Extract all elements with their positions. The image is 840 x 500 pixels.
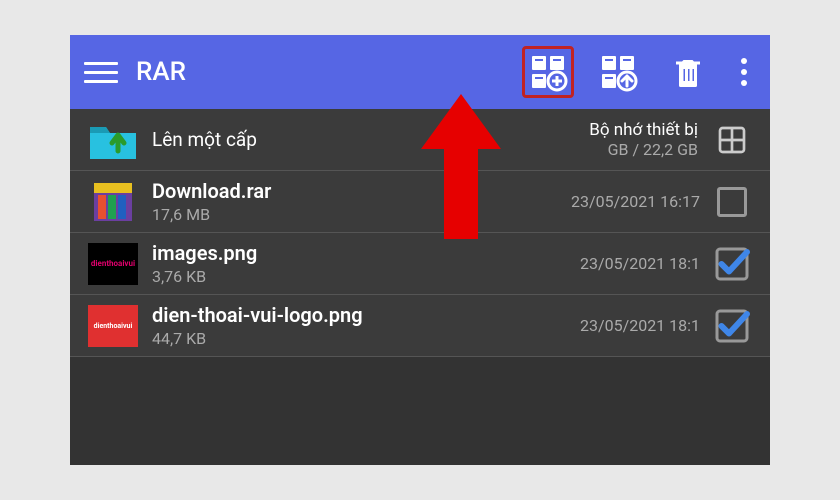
file-size: 17,6 MB: [152, 205, 571, 224]
list-item[interactable]: dienthoaivui images.png 3,76 KB 23/05/20…: [70, 233, 770, 295]
checkbox-checked-icon: [714, 246, 750, 282]
list-item[interactable]: dienthoaivui dien-thoai-vui-logo.png 44,…: [70, 295, 770, 357]
storage-label: Bộ nhớ thiết bị: [589, 120, 698, 140]
file-name: images.png: [152, 241, 580, 265]
menu-icon[interactable]: [84, 55, 118, 89]
file-size: 44,7 KB: [152, 329, 580, 348]
file-checkbox[interactable]: [712, 306, 752, 346]
up-row[interactable]: Lên một cấp Bộ nhớ thiết bị GB / 22,2 GB: [70, 109, 770, 171]
file-checkbox[interactable]: [712, 244, 752, 284]
overflow-menu-button[interactable]: [732, 58, 756, 86]
archive-add-icon: [528, 52, 568, 92]
delete-button[interactable]: [662, 46, 714, 98]
file-checkbox[interactable]: [712, 182, 752, 222]
list-item[interactable]: Download.rar 17,6 MB 23/05/2021 16:17: [70, 171, 770, 233]
file-size: 3,76 KB: [152, 267, 580, 286]
file-list: Lên một cấp Bộ nhớ thiết bị GB / 22,2 GB: [70, 109, 770, 357]
app-frame: RAR: [70, 35, 770, 465]
checkbox-checked-icon: [714, 308, 750, 344]
view-mode-button[interactable]: [712, 120, 752, 160]
app-title: RAR: [136, 57, 504, 87]
image-thumbnail: dienthoaivui: [88, 243, 138, 285]
checkbox-unchecked-icon: [717, 187, 747, 217]
up-label: Lên một cấp: [152, 128, 589, 151]
grid-icon: [716, 124, 748, 156]
rar-file-icon: [88, 181, 138, 223]
folder-up-icon: [88, 119, 138, 161]
app-bar: RAR: [70, 35, 770, 109]
file-date: 23/05/2021 18:1: [580, 316, 700, 335]
file-name: Download.rar: [152, 179, 571, 203]
extract-button[interactable]: [592, 46, 644, 98]
archive-extract-icon: [598, 52, 638, 92]
trash-icon: [670, 54, 706, 90]
storage-values: GB / 22,2 GB: [589, 140, 698, 159]
image-thumbnail: dienthoaivui: [88, 305, 138, 347]
file-name: dien-thoai-vui-logo.png: [152, 303, 580, 327]
storage-info: Bộ nhớ thiết bị GB / 22,2 GB: [589, 120, 698, 159]
file-date: 23/05/2021 16:17: [571, 192, 700, 211]
file-date: 23/05/2021 18:1: [580, 254, 700, 273]
add-archive-button[interactable]: [522, 46, 574, 98]
